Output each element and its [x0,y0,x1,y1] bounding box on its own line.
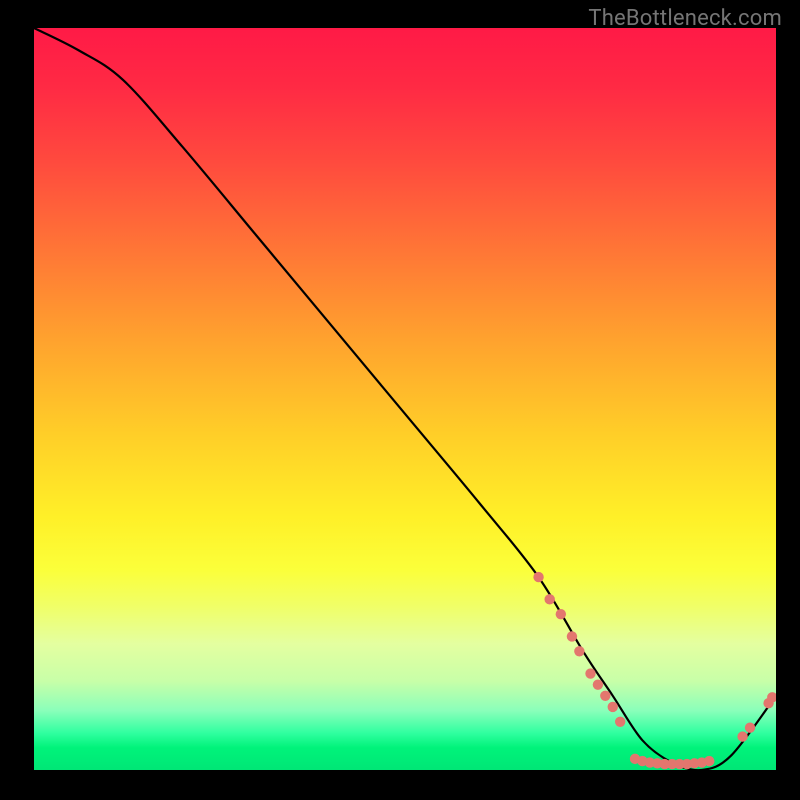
curve-markers [533,572,776,769]
plot-area [34,28,776,770]
data-point [608,702,618,712]
data-point [533,572,543,582]
data-point [544,594,554,604]
data-point [615,717,625,727]
data-point [600,691,610,701]
chart-frame: TheBottleneck.com [0,0,800,800]
chart-svg [34,28,776,770]
data-point [585,668,595,678]
data-point [574,646,584,656]
data-point [737,731,747,741]
data-point [567,631,577,641]
curve-line [34,28,776,770]
data-point [556,609,566,619]
data-point [704,756,714,766]
data-point [745,723,755,733]
data-point [593,679,603,689]
